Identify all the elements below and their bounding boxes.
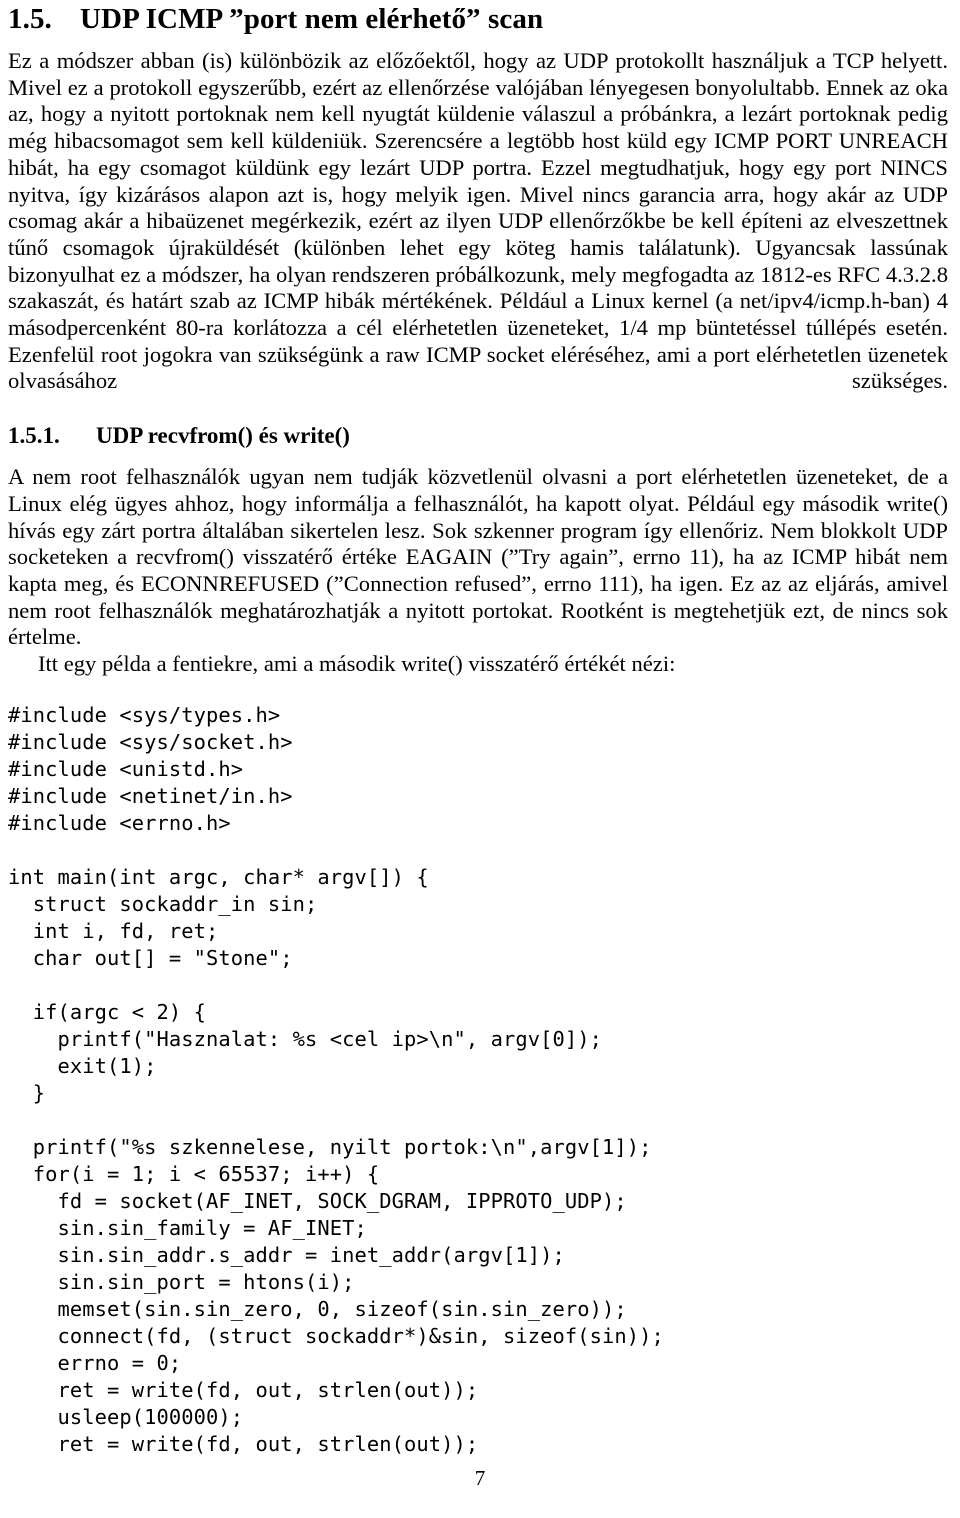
section-heading: 1.5. UDP ICMP ”port nem elérhető” scan: [8, 0, 948, 36]
subsection-heading: 1.5.1. UDP recvfrom() és write(): [8, 422, 948, 450]
section-title: UDP ICMP ”port nem elérhető” scan: [80, 3, 544, 35]
intro-paragraph: Ez a módszer abban (is) különbözik az el…: [8, 48, 948, 394]
example-intro-paragraph: Itt egy példa a fentiekre, ami a második…: [38, 651, 676, 677]
document-page: 1.5. UDP ICMP ”port nem elérhető” scan Ez…: [0, 0, 960, 1518]
subsection-number: 1.5.1.: [8, 423, 60, 449]
subsection-paragraph: A nem root felhasználók ugyan nem tudják…: [8, 464, 948, 650]
code-block-includes: #include <sys/types.h> #include <sys/soc…: [8, 702, 293, 835]
section-number: 1.5.: [8, 3, 52, 35]
page-number: 7: [474, 1466, 486, 1490]
subsection-title: UDP recvfrom() és write(): [96, 423, 350, 449]
code-block-scan-loop: printf("%s szkennelese, nyilt portok:\n"…: [32, 1134, 664, 1456]
page-content: 1.5. UDP ICMP ”port nem elérhető” scan Ez…: [8, 0, 948, 1458]
code-block-main-decls: int main(int argc, char* argv[]) { struc…: [8, 864, 429, 970]
code-block-blank-1: [8, 837, 948, 864]
code-block-argc-check: if(argc < 2) { printf("Hasznalat: %s <ce…: [32, 999, 603, 1105]
code-block-blank-3: [8, 1107, 948, 1134]
code-block-blank-2: [8, 972, 948, 999]
